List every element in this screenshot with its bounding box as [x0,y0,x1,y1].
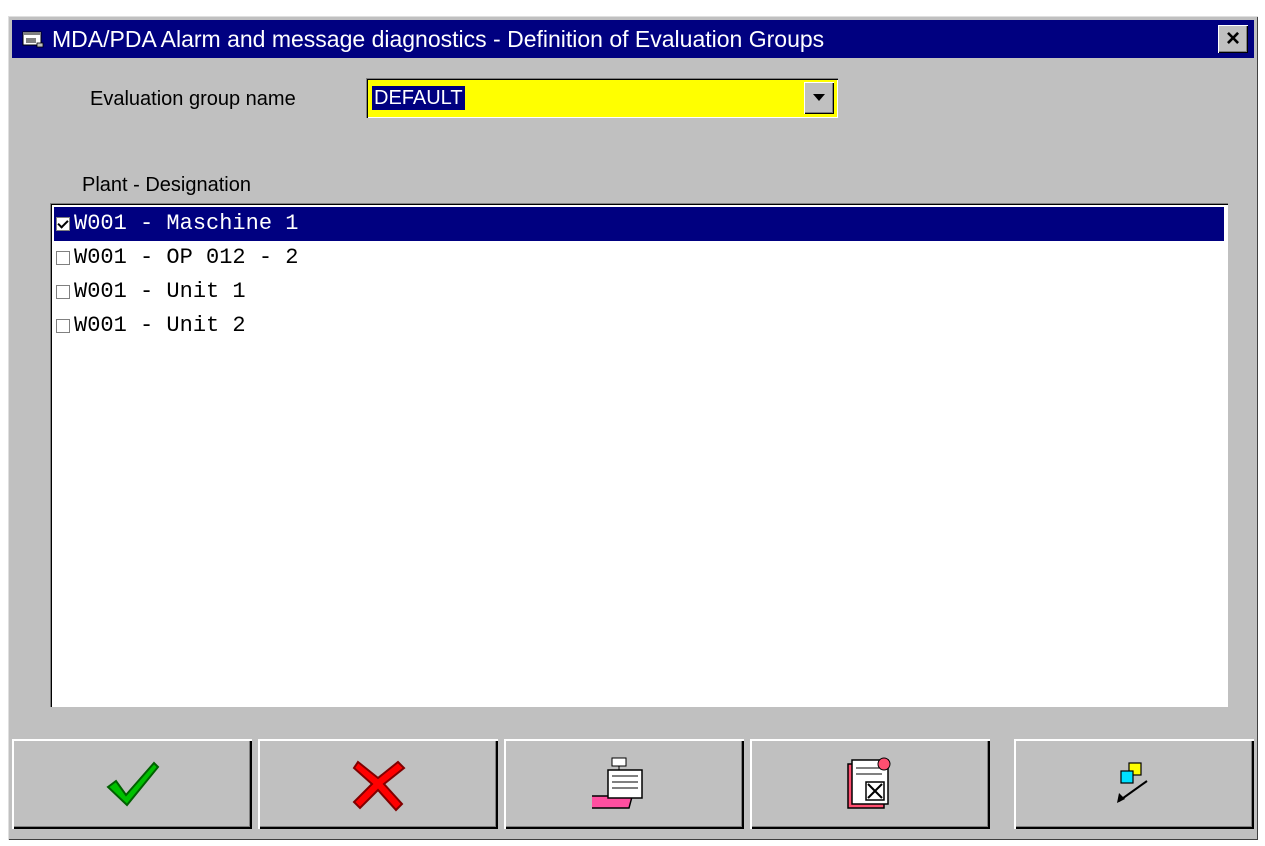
cancel-button[interactable] [258,739,498,829]
list-item[interactable]: W001 - OP 012 - 2 [54,241,1224,275]
list-item-label: W001 - OP 012 - 2 [74,245,299,270]
assign-button[interactable] [1014,739,1254,829]
evaluation-group-combobox[interactable]: DEFAULT [366,78,838,118]
ok-button[interactable] [12,739,252,829]
item-checkbox[interactable] [56,319,70,333]
dialog-window: MDA/PDA Alarm and message diagnostics - … [8,16,1258,840]
green-checkmark-icon [106,761,160,807]
app-window-icon [22,30,44,48]
list-item-label: W001 - Unit 1 [74,279,246,304]
title-bar[interactable]: MDA/PDA Alarm and message diagnostics - … [12,20,1254,58]
list-item[interactable]: W001 - Unit 1 [54,275,1224,309]
item-checkbox[interactable] [56,217,70,231]
chevron-down-icon [813,94,825,101]
close-button[interactable]: × [1218,25,1248,53]
evaluation-group-label: Evaluation group name [90,88,296,110]
item-checkbox[interactable] [56,285,70,299]
list-item-label: W001 - Maschine 1 [74,211,299,236]
plant-designation-header: Plant - Designation [82,174,251,196]
assign-arrow-icon [1117,762,1148,803]
list-item[interactable]: W001 - Maschine 1 [54,207,1224,241]
add-to-book-icon [592,757,643,809]
dropdown-button[interactable] [804,82,834,114]
delete-from-book-icon [847,757,891,809]
plant-listbox[interactable]: W001 - Maschine 1 W001 - OP 012 - 2 W001… [50,203,1228,707]
delete-record-button[interactable] [750,739,990,829]
add-record-button[interactable] [504,739,744,829]
list-item-label: W001 - Unit 2 [74,313,246,338]
window-title: MDA/PDA Alarm and message diagnostics - … [52,26,825,52]
item-checkbox[interactable] [56,251,70,265]
evaluation-group-value[interactable]: DEFAULT [372,86,465,110]
close-icon: × [1225,25,1240,52]
list-item[interactable]: W001 - Unit 2 [54,309,1224,343]
red-x-icon [352,760,406,812]
